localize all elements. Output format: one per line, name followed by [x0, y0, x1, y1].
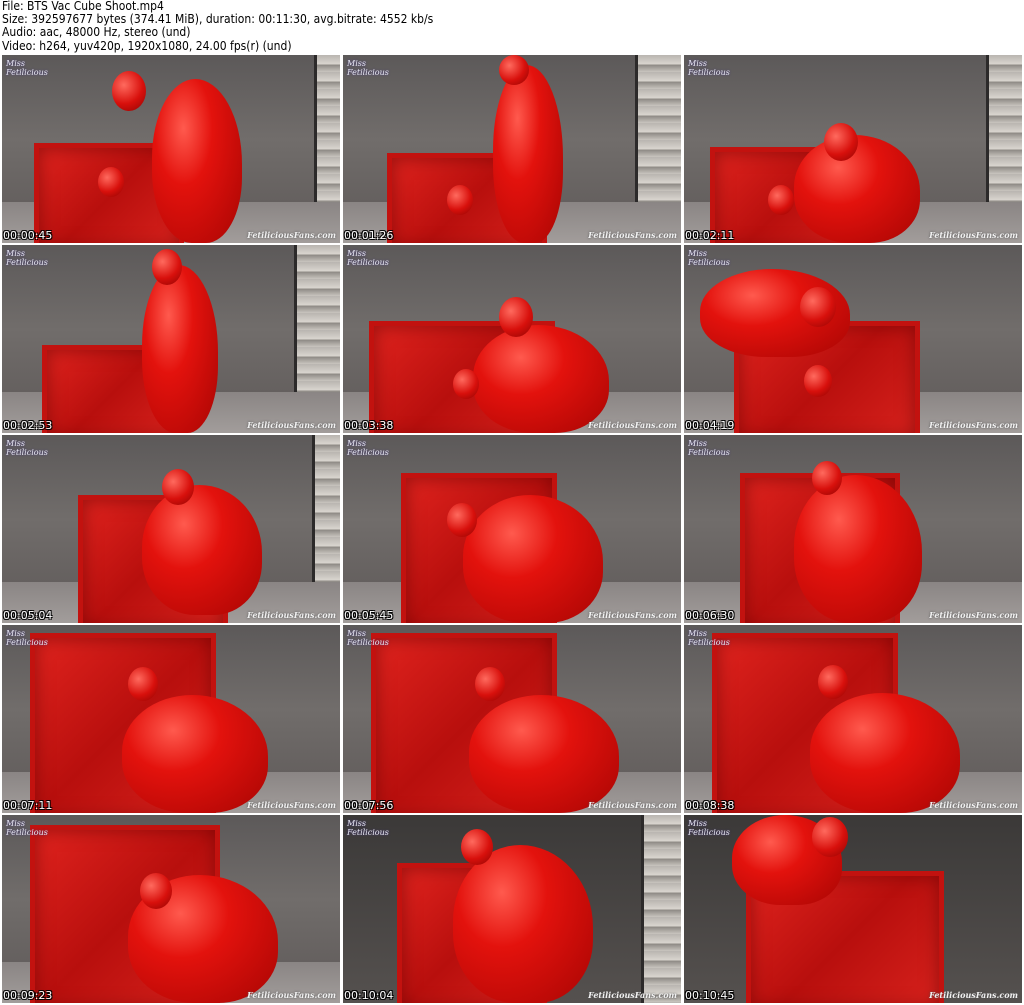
thumbnail-frame[interactable]: Miss Fetilicious FetiliciousFans.com 00:…: [2, 815, 340, 1003]
thumbnail-timestamp: 00:07:11: [3, 799, 53, 812]
logo-icon: Miss Fetilicious: [6, 819, 48, 837]
thumbnail-frame[interactable]: Miss Fetilicious FetiliciousFans.com 00:…: [684, 435, 1022, 623]
watermark: FetiliciousFans.com: [929, 610, 1018, 620]
video-info-line: Video: h264, yuv420p, 1920x1080, 24.00 f…: [2, 38, 292, 53]
thumbnail-frame[interactable]: Miss Fetilicious FetiliciousFans.com 00:…: [684, 245, 1022, 433]
thumbnail-timestamp: 00:02:53: [3, 419, 53, 432]
logo-icon: Miss Fetilicious: [347, 629, 389, 647]
thumbnail-grid: Miss Fetilicious FetiliciousFans.com 00:…: [0, 55, 1024, 1005]
logo-icon: Miss Fetilicious: [6, 59, 48, 77]
thumbnail-timestamp: 00:10:45: [685, 989, 735, 1002]
logo-icon: Miss Fetilicious: [347, 249, 389, 267]
watermark: FetiliciousFans.com: [929, 800, 1018, 810]
thumbnail-frame[interactable]: Miss Fetilicious FetiliciousFans.com 00:…: [343, 55, 681, 243]
thumbnail-frame[interactable]: Miss Fetilicious FetiliciousFans.com 00:…: [684, 55, 1022, 243]
thumbnail-timestamp: 00:03:38: [344, 419, 394, 432]
watermark: FetiliciousFans.com: [929, 990, 1018, 1000]
logo-icon: Miss Fetilicious: [688, 439, 730, 457]
thumbnail-timestamp: 00:02:11: [685, 229, 735, 242]
logo-icon: Miss Fetilicious: [6, 629, 48, 647]
thumbnail-timestamp: 00:06:30: [685, 609, 735, 622]
thumbnail-frame[interactable]: Miss Fetilicious FetiliciousFans.com 00:…: [2, 435, 340, 623]
logo-icon: Miss Fetilicious: [347, 439, 389, 457]
watermark: FetiliciousFans.com: [929, 230, 1018, 240]
thumbnail-frame[interactable]: Miss Fetilicious FetiliciousFans.com 00:…: [343, 625, 681, 813]
thumbnail-timestamp: 00:09:23: [3, 989, 53, 1002]
thumbnail-timestamp: 00:07:56: [344, 799, 394, 812]
watermark: FetiliciousFans.com: [588, 420, 677, 430]
watermark: FetiliciousFans.com: [247, 230, 336, 240]
watermark: FetiliciousFans.com: [588, 800, 677, 810]
thumbnail-timestamp: 00:05:04: [3, 609, 53, 622]
logo-icon: Miss Fetilicious: [688, 819, 730, 837]
thumbnail-frame[interactable]: Miss Fetilicious FetiliciousFans.com 00:…: [684, 815, 1022, 1003]
thumbnail-frame[interactable]: Miss Fetilicious FetiliciousFans.com 00:…: [343, 435, 681, 623]
thumbnail-frame[interactable]: Miss Fetilicious FetiliciousFans.com 00:…: [343, 245, 681, 433]
thumbnail-timestamp: 00:08:38: [685, 799, 735, 812]
thumbnail-timestamp: 00:00:45: [3, 229, 53, 242]
logo-icon: Miss Fetilicious: [6, 439, 48, 457]
watermark: FetiliciousFans.com: [247, 800, 336, 810]
watermark: FetiliciousFans.com: [929, 420, 1018, 430]
thumbnail-frame[interactable]: Miss Fetilicious FetiliciousFans.com 00:…: [2, 245, 340, 433]
thumbnail-frame[interactable]: Miss Fetilicious FetiliciousFans.com 00:…: [684, 625, 1022, 813]
thumbnail-frame[interactable]: Miss Fetilicious FetiliciousFans.com 00:…: [2, 625, 340, 813]
watermark: FetiliciousFans.com: [588, 990, 677, 1000]
logo-icon: Miss Fetilicious: [688, 249, 730, 267]
thumbnail-timestamp: 00:05:45: [344, 609, 394, 622]
watermark: FetiliciousFans.com: [247, 610, 336, 620]
watermark: FetiliciousFans.com: [588, 230, 677, 240]
logo-icon: Miss Fetilicious: [688, 629, 730, 647]
thumbnail-timestamp: 00:01:26: [344, 229, 394, 242]
watermark: FetiliciousFans.com: [588, 610, 677, 620]
logo-icon: Miss Fetilicious: [688, 59, 730, 77]
file-info-header: File: BTS Vac Cube Shoot.mp4 Size: 39259…: [0, 0, 1024, 54]
watermark: FetiliciousFans.com: [247, 990, 336, 1000]
logo-icon: Miss Fetilicious: [347, 59, 389, 77]
thumbnail-frame[interactable]: Miss Fetilicious FetiliciousFans.com 00:…: [343, 815, 681, 1003]
audio-info-line: Audio: aac, 48000 Hz, stereo (und): [2, 25, 191, 40]
thumbnail-frame[interactable]: Miss Fetilicious FetiliciousFans.com 00:…: [2, 55, 340, 243]
logo-icon: Miss Fetilicious: [347, 819, 389, 837]
thumbnail-timestamp: 00:04:19: [685, 419, 735, 432]
logo-icon: Miss Fetilicious: [6, 249, 48, 267]
thumbnail-timestamp: 00:10:04: [344, 989, 394, 1002]
watermark: FetiliciousFans.com: [247, 420, 336, 430]
